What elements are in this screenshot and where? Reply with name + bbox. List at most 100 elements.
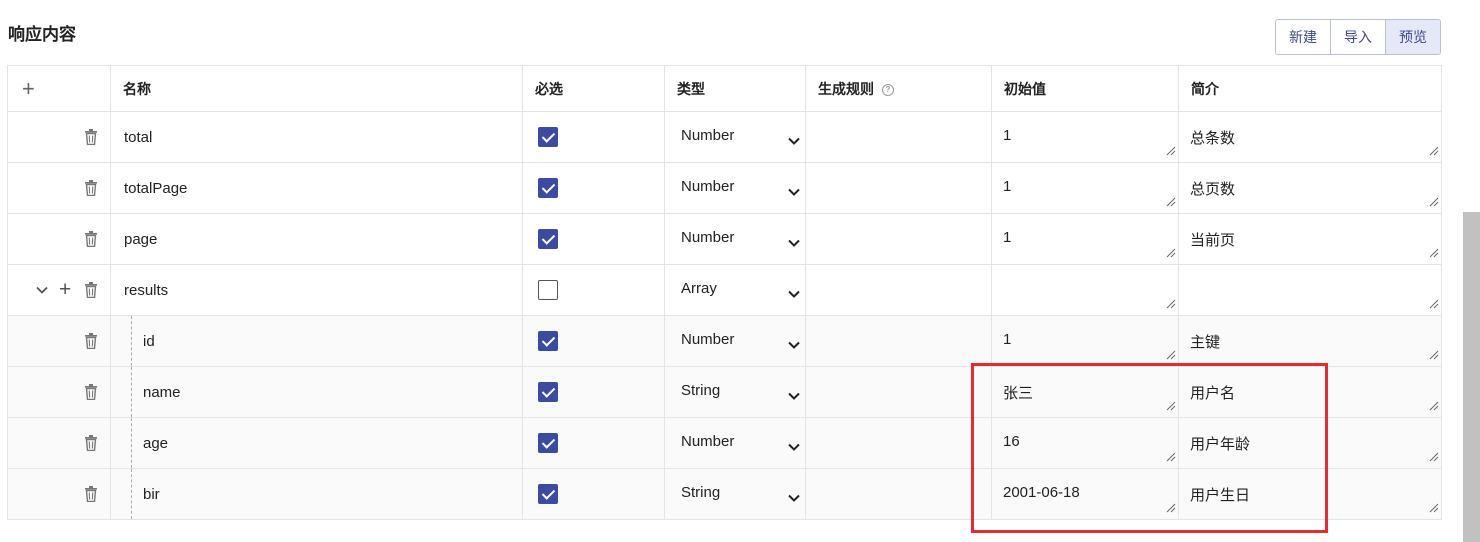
description-textarea[interactable]: 用户名 (1179, 367, 1441, 417)
rule-cell[interactable] (805, 315, 992, 367)
chevron-down-icon (788, 132, 800, 149)
required-checkbox[interactable] (538, 127, 558, 147)
resize-handle-icon[interactable] (1429, 296, 1439, 313)
delete-trash-icon[interactable] (84, 486, 98, 506)
delete-trash-icon[interactable] (84, 384, 98, 404)
type-select[interactable]: String (665, 469, 805, 519)
description-textarea[interactable]: 总条数 (1179, 112, 1441, 162)
chevron-down-icon (788, 438, 800, 455)
rule-cell[interactable] (805, 162, 992, 214)
field-name-cell[interactable]: results (110, 264, 523, 316)
field-name-cell[interactable]: bir (110, 468, 523, 520)
preview-button[interactable]: 预览 (1385, 20, 1440, 54)
resize-handle-icon[interactable] (1429, 347, 1439, 364)
delete-trash-icon[interactable] (84, 180, 98, 200)
type-select[interactable]: Number (665, 316, 805, 366)
initial-value-textarea[interactable]: 16 (992, 418, 1178, 468)
resize-handle-icon[interactable] (1429, 398, 1439, 415)
resize-handle-icon[interactable] (1166, 449, 1176, 466)
description-textarea[interactable]: 用户年龄 (1179, 418, 1441, 468)
chevron-down-icon (788, 489, 800, 506)
type-select[interactable]: Array (665, 265, 805, 315)
initial-value-textarea[interactable]: 1 (992, 112, 1178, 162)
resize-handle-icon[interactable] (1429, 143, 1439, 160)
import-button[interactable]: 导入 (1330, 20, 1385, 54)
resize-handle-icon[interactable] (1166, 500, 1176, 517)
type-select[interactable]: Number (665, 418, 805, 468)
new-button[interactable]: 新建 (1276, 20, 1330, 54)
column-header-type: 类型 (664, 65, 806, 112)
delete-trash-icon[interactable] (84, 435, 98, 455)
required-checkbox[interactable] (538, 484, 558, 504)
rule-cell[interactable] (805, 264, 992, 316)
resize-handle-icon[interactable] (1166, 347, 1176, 364)
required-checkbox[interactable] (538, 382, 558, 402)
field-name-cell[interactable]: age (110, 417, 523, 469)
resize-handle-icon[interactable] (1429, 245, 1439, 262)
type-cell: Number (664, 417, 806, 469)
field-name-cell[interactable]: id (110, 315, 523, 367)
delete-trash-icon[interactable] (84, 282, 98, 302)
field-name-cell[interactable]: total (110, 111, 523, 163)
vertical-scrollbar[interactable] (1463, 212, 1480, 542)
description-textarea[interactable]: 用户生日 (1179, 469, 1441, 519)
delete-trash-icon[interactable] (84, 129, 98, 149)
required-checkbox[interactable] (538, 331, 558, 351)
response-fields-table: + 名称 必选 类型 生成规则? 初始值 简介 total Number 1 总条数 t… (7, 65, 1442, 520)
table-row: total Number 1 总条数 (7, 111, 1442, 163)
resize-handle-icon[interactable] (1429, 449, 1439, 466)
resize-handle-icon[interactable] (1166, 143, 1176, 160)
rule-cell[interactable] (805, 417, 992, 469)
initial-value-textarea[interactable]: 张三 (992, 367, 1178, 417)
table-row: page Number 1 当前页 (7, 213, 1442, 265)
field-name: id (143, 332, 155, 350)
initial-value-text: 1 (1003, 178, 1012, 195)
description-textarea[interactable] (1179, 265, 1441, 315)
type-select[interactable]: String (665, 367, 805, 417)
required-cell (522, 468, 665, 520)
initial-cell: 1 (991, 213, 1179, 265)
tree-connector (131, 367, 132, 417)
row-actions (7, 468, 111, 520)
add-child-field-button[interactable]: + (59, 279, 71, 300)
rule-cell[interactable] (805, 213, 992, 265)
description-text: 主键 (1190, 334, 1221, 351)
rule-cell[interactable] (805, 366, 992, 418)
resize-handle-icon[interactable] (1429, 500, 1439, 517)
rule-cell[interactable] (805, 468, 992, 520)
field-name-cell[interactable]: name (110, 366, 523, 418)
initial-value-textarea[interactable] (992, 265, 1178, 315)
resize-handle-icon[interactable] (1166, 296, 1176, 313)
required-checkbox[interactable] (538, 280, 558, 300)
initial-value-textarea[interactable]: 1 (992, 163, 1178, 213)
tree-connector (131, 316, 132, 366)
description-textarea[interactable]: 总页数 (1179, 163, 1441, 213)
type-select[interactable]: Number (665, 112, 805, 162)
rule-cell[interactable] (805, 111, 992, 163)
required-checkbox[interactable] (538, 433, 558, 453)
description-textarea[interactable]: 主键 (1179, 316, 1441, 366)
resize-handle-icon[interactable] (1166, 398, 1176, 415)
help-icon[interactable]: ? (882, 83, 894, 96)
resize-handle-icon[interactable] (1166, 245, 1176, 262)
field-name-cell[interactable]: page (110, 213, 523, 265)
resize-handle-icon[interactable] (1166, 194, 1176, 211)
type-select[interactable]: Number (665, 214, 805, 264)
type-select[interactable]: Number (665, 163, 805, 213)
add-root-field-button[interactable]: + (7, 65, 111, 112)
row-actions (7, 315, 111, 367)
chevron-down-icon (788, 336, 800, 353)
initial-value-textarea[interactable]: 2001-06-18 (992, 469, 1178, 519)
initial-value-textarea[interactable]: 1 (992, 316, 1178, 366)
required-checkbox[interactable] (538, 178, 558, 198)
tree-connector (131, 418, 132, 468)
resize-handle-icon[interactable] (1429, 194, 1439, 211)
required-checkbox[interactable] (538, 229, 558, 249)
initial-value-textarea[interactable]: 1 (992, 214, 1178, 264)
delete-trash-icon[interactable] (84, 231, 98, 251)
collapse-chevron-icon[interactable] (36, 281, 48, 298)
type-cell: Number (664, 315, 806, 367)
field-name-cell[interactable]: totalPage (110, 162, 523, 214)
description-textarea[interactable]: 当前页 (1179, 214, 1441, 264)
delete-trash-icon[interactable] (84, 333, 98, 353)
